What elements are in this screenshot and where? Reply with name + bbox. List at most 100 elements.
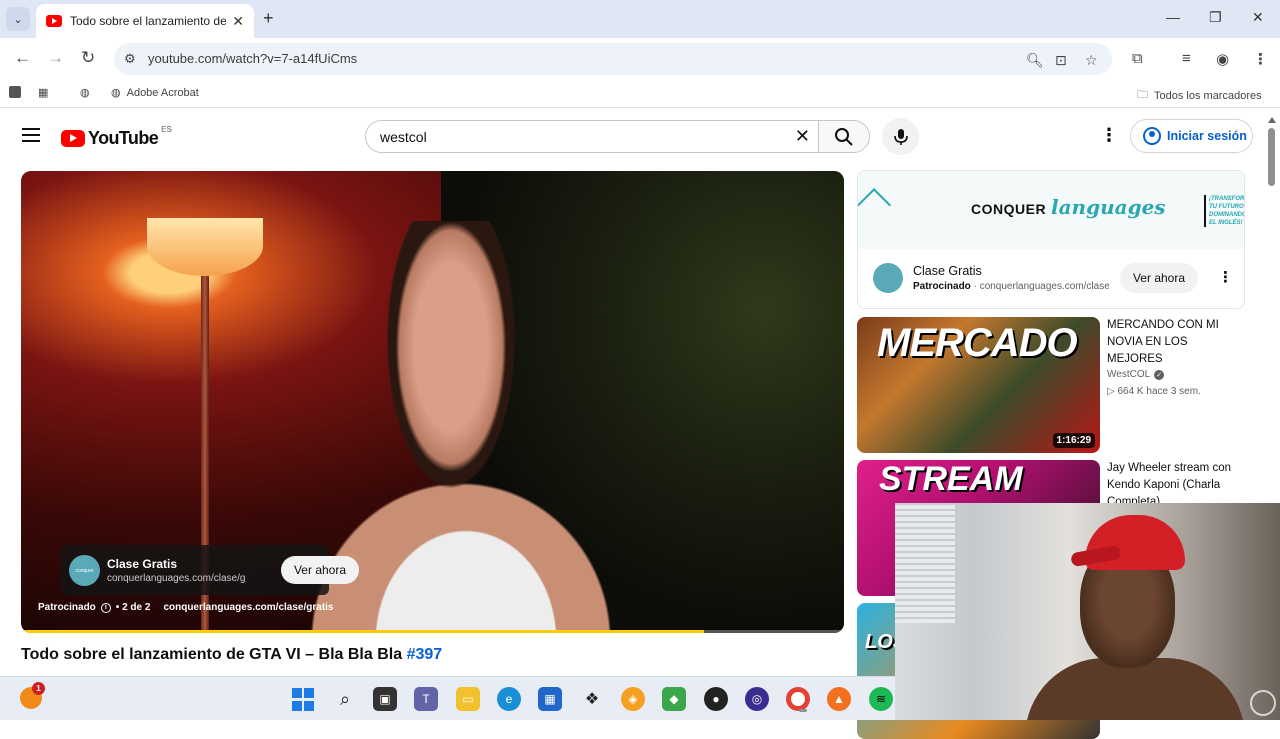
chrome-menu-icon[interactable]: ⋮ [1253, 50, 1268, 68]
settings-menu-icon[interactable]: ⋮ [1100, 125, 1118, 146]
search-taskbar-icon[interactable]: ⌕ [333, 687, 357, 711]
video-hashtag[interactable]: #397 [407, 646, 443, 663]
sidebar-ad-meta: Patrocinado · conquerlanguages.com/clase… [913, 281, 1109, 292]
browser-toolbar: ← → ↻ ⚙ youtube.com/watch?v=7-a14fUiCms … [0, 38, 1280, 80]
store-icon[interactable]: ▦ [538, 687, 562, 711]
search-query[interactable]: westcol [380, 129, 427, 145]
microphone-icon [893, 128, 908, 145]
video-lamp-shade [147, 218, 263, 276]
restore-icon[interactable]: ❐ [1209, 9, 1222, 26]
app-orange-icon[interactable]: ▲ [827, 687, 851, 711]
video-progress-fill [21, 630, 705, 633]
ad-title: Clase Gratis [107, 557, 178, 571]
video-progress-bar[interactable] [21, 630, 844, 633]
dropbox-icon[interactable]: ❖ [580, 687, 604, 711]
more-options-icon[interactable]: ⋮ [1218, 268, 1233, 286]
recommended-video[interactable]: MERCADO 1:16:29 MERCANDO CON MI NOVIA EN… [857, 317, 1245, 453]
obs-icon[interactable]: ● [704, 687, 728, 711]
extensions-icon[interactable]: ⧉ [1132, 50, 1143, 67]
thumbnail-text: STREAM [879, 460, 1023, 498]
spotify-icon[interactable]: ≋ [869, 687, 893, 711]
scroll-up-icon[interactable] [1268, 117, 1276, 123]
new-tab-icon[interactable]: + [263, 8, 274, 29]
search-button[interactable] [818, 120, 870, 153]
windows-start-icon[interactable] [291, 687, 315, 711]
player-ad-card[interactable]: conquer Clase Gratis conquerlanguages.co… [61, 545, 359, 595]
ad-count: • 2 de 2 [115, 602, 151, 613]
reload-icon[interactable]: ↻ [81, 48, 95, 68]
country-code: ES [161, 125, 172, 134]
bookmark-star-icon[interactable]: ☆ [1085, 52, 1098, 69]
youtube-logo[interactable]: YouTube ES [61, 125, 172, 149]
ad-info-icon[interactable]: i [100, 602, 111, 613]
bluestacks-icon[interactable]: ◆ [662, 687, 686, 711]
teams-icon[interactable]: T [414, 687, 438, 711]
ad-url[interactable]: conquerlanguages.com/clase/gratis [163, 602, 333, 613]
sidebar-ad[interactable]: CONQUER languages ¡TRANSFORMA TU FUTURO … [857, 170, 1245, 309]
back-icon[interactable]: ← [14, 48, 31, 68]
window-close-icon[interactable]: ✕ [1252, 9, 1264, 26]
minimize-icon[interactable]: — [1166, 9, 1180, 25]
sidebar-ad-site: conquerlanguages.com/clase/gratis [979, 281, 1109, 292]
bookmark-label: Adobe Acrobat [126, 86, 199, 99]
webcam-window-blind [895, 503, 955, 623]
bookmark-adobe-acrobat[interactable]: ◍ Adobe Acrobat [111, 86, 199, 100]
notification-badge: 1 [32, 682, 45, 695]
clear-search-icon[interactable]: ✕ [795, 126, 810, 147]
forward-icon[interactable]: → [47, 48, 64, 68]
all-bookmarks[interactable]: 🗀 Todos los marcadores [1137, 86, 1262, 105]
video-stats: ▷ 664 K hace 3 sem. [1107, 386, 1201, 397]
profile-icon[interactable]: ◉ [1216, 50, 1229, 68]
sidebar-ad-cta-button[interactable]: Ver ahora [1120, 263, 1198, 293]
chrome-icon[interactable] [786, 687, 810, 712]
voice-search-button[interactable] [882, 118, 919, 155]
url-text[interactable]: youtube.com/watch?v=7-a14fUiCms [148, 51, 357, 66]
video-duration: 1:16:29 [1052, 433, 1095, 448]
sidebar-ad-banner[interactable]: CONQUER languages ¡TRANSFORMA TU FUTURO … [858, 171, 1244, 249]
channel-name[interactable]: WestCOL ✓ [1107, 369, 1165, 380]
video-title-text: Todo sobre el lanzamiento de GTA VI – Bl… [21, 646, 403, 663]
install-app-icon[interactable]: ⊡ [1055, 52, 1067, 69]
webcam-corner-icon [1250, 690, 1276, 716]
app-circle-icon[interactable]: ◎ [745, 687, 769, 711]
advertiser-logo: conquer [69, 555, 100, 586]
site-info-icon[interactable]: ⚙ [124, 51, 136, 67]
webcam-red-cap [1085, 515, 1185, 570]
bookmarks-bar: ▦ ◍ ◍ Adobe Acrobat 🗀 Todos los marcador… [0, 80, 1280, 108]
folder-icon: 🗀 [1137, 89, 1148, 101]
video-subject [321, 221, 581, 633]
tab-title: Todo sobre el lanzamiento de GTA VI [70, 14, 227, 28]
user-circle-icon [1143, 127, 1161, 145]
signin-button[interactable]: Iniciar sesión [1130, 119, 1253, 153]
guide-menu-icon[interactable] [22, 128, 40, 142]
youtube-header: YouTube ES westcol ✕ ⋮ Iniciar sesión [0, 108, 1264, 164]
brand-name-a: CONQUER [971, 201, 1047, 217]
close-tab-icon[interactable]: ✕ [232, 13, 244, 30]
sponsored-label: Patrocinado [913, 281, 971, 292]
scrollbar-thumb[interactable] [1268, 128, 1275, 186]
tab-search-icon[interactable]: ⌄ [6, 7, 30, 31]
video-player[interactable]: conquer Clase Gratis conquerlanguages.co… [21, 171, 844, 633]
recommended-title[interactable]: MERCANDO CON MI NOVIA EN LOS MEJORES SUP… [1107, 317, 1245, 368]
edge-icon[interactable]: e [497, 687, 521, 711]
video-title: Todo sobre el lanzamiento de GTA VI – Bl… [21, 646, 442, 664]
zoom-icon[interactable]: 🔍︎ [1026, 52, 1044, 69]
search-icon [835, 127, 853, 146]
video-thumbnail[interactable]: MERCADO 1:16:29 [857, 317, 1100, 453]
address-bar[interactable]: ⚙ youtube.com/watch?v=7-a14fUiCms 🔍︎ ⊡ ☆ [114, 43, 1112, 75]
sidebar-ad-title: Clase Gratis [913, 264, 982, 278]
apps-grid-icon[interactable]: ▦ [38, 86, 48, 99]
bookmark-app-icon[interactable] [9, 86, 21, 98]
browser-tab[interactable]: Todo sobre el lanzamiento de GTA VI ✕ [36, 4, 254, 38]
file-explorer-icon[interactable]: ▭ [456, 687, 480, 711]
ad-cta-button[interactable]: Ver ahora [281, 556, 359, 584]
search-input[interactable]: westcol ✕ [365, 120, 818, 153]
ad-sponsored-label: Patrocinado [38, 602, 96, 613]
media-control-icon[interactable]: ≡ [1182, 50, 1191, 67]
app-compass-icon[interactable]: ◈ [621, 687, 645, 711]
globe-icon[interactable]: ◍ [80, 86, 90, 99]
thumbnail-text: MERCADO [877, 321, 1078, 365]
youtube-wordmark: YouTube [88, 128, 159, 148]
weather-widget-icon[interactable]: 1 [20, 682, 45, 709]
task-view-icon[interactable]: ▣ [373, 687, 397, 711]
